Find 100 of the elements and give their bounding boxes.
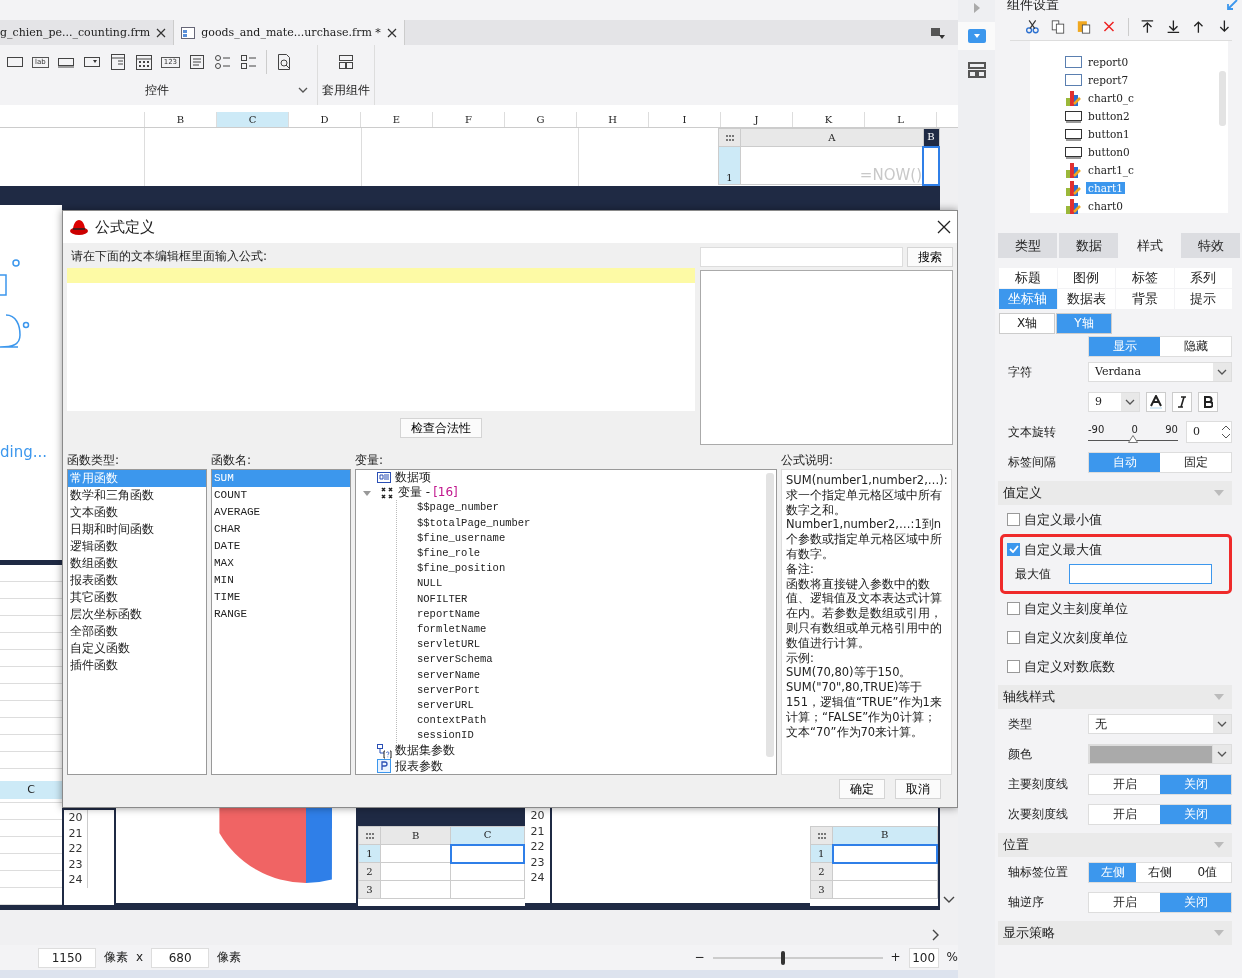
- style-tab[interactable]: 系列: [1174, 268, 1232, 288]
- checkbox[interactable]: [1007, 660, 1020, 673]
- move-top-icon[interactable]: [1139, 17, 1155, 36]
- checkbox[interactable]: [1007, 631, 1020, 644]
- tree-item[interactable]: 报表参数: [395, 758, 443, 774]
- toggle-option[interactable]: 开启: [1089, 804, 1160, 824]
- style-tab[interactable]: 标题: [999, 268, 1057, 288]
- checkbox-group-icon[interactable]: [240, 53, 259, 71]
- style-tab[interactable]: 提示: [1174, 289, 1232, 309]
- column-header[interactable]: H: [577, 112, 649, 127]
- bold-button[interactable]: [1198, 392, 1218, 412]
- list-item[interactable]: 数组函数: [68, 555, 206, 572]
- font-select[interactable]: Verdana: [1088, 362, 1232, 382]
- column-header[interactable]: E: [361, 112, 433, 127]
- tree-item[interactable]: $fine_role: [417, 546, 480, 562]
- tree-item[interactable]: formletName: [417, 621, 487, 637]
- component-item[interactable]: button2: [1086, 109, 1132, 123]
- settings-tab[interactable]: 数据: [1059, 233, 1118, 258]
- tree-item[interactable]: contextPath: [417, 713, 487, 729]
- component-item[interactable]: chart0_c: [1086, 91, 1136, 105]
- list-item[interactable]: 报表函数: [68, 572, 206, 589]
- list-item[interactable]: 数学和三角函数: [68, 487, 206, 504]
- list-item[interactable]: 文本函数: [68, 504, 206, 521]
- tree-scrollbar[interactable]: [766, 473, 774, 757]
- toggle-option[interactable]: 固定: [1160, 452, 1231, 472]
- axis-tab[interactable]: X轴: [999, 313, 1055, 334]
- scroll-down-icon[interactable]: [943, 896, 955, 904]
- radio-group-icon[interactable]: [214, 53, 233, 71]
- tree-item[interactable]: $fine_username: [417, 530, 506, 546]
- expand-arrow-icon[interactable]: [1226, 0, 1238, 11]
- form-grid-icon[interactable]: [108, 53, 127, 71]
- list-item[interactable]: MAX: [212, 555, 350, 572]
- layout-template-icon[interactable]: [337, 53, 355, 71]
- settings-tab[interactable]: 类型: [998, 233, 1057, 258]
- calendar-icon[interactable]: [134, 53, 153, 71]
- settings-tab[interactable]: 特效: [1181, 233, 1240, 258]
- checkbox[interactable]: [1007, 513, 1020, 526]
- tree-item[interactable]: serverPort: [417, 682, 480, 698]
- chevron-icon[interactable]: [297, 85, 309, 95]
- list-item[interactable]: 日期和时间函数: [68, 521, 206, 538]
- scroll-right-icon[interactable]: [932, 929, 940, 941]
- search-button[interactable]: 搜索: [907, 247, 953, 267]
- tree-item[interactable]: $$page_number: [417, 500, 499, 516]
- list-item[interactable]: 其它函数: [68, 589, 206, 606]
- tree-item[interactable]: NOFILTER: [417, 591, 468, 607]
- column-header[interactable]: I: [649, 112, 721, 127]
- zoom-in-button[interactable]: +: [890, 950, 901, 965]
- toggle-option[interactable]: 0值: [1183, 862, 1231, 882]
- list-item[interactable]: 自定义函数: [68, 640, 206, 657]
- list-item[interactable]: RANGE: [212, 606, 350, 623]
- max-value-field[interactable]: [1069, 564, 1212, 584]
- style-tab[interactable]: 标签: [1116, 268, 1174, 288]
- zoom-thumb[interactable]: [780, 950, 785, 965]
- column-header[interactable]: F: [433, 112, 505, 127]
- panel-menu-icon[interactable]: [930, 26, 946, 40]
- list-item[interactable]: DATE: [212, 538, 350, 555]
- slider-thumb-icon[interactable]: [1128, 434, 1138, 443]
- close-icon[interactable]: [937, 220, 951, 234]
- copy-icon[interactable]: [1050, 17, 1066, 36]
- list-item[interactable]: 插件函数: [68, 657, 206, 674]
- toggle-option[interactable]: 隐藏: [1160, 337, 1231, 356]
- file-tab[interactable]: goods_and_mate...urchase.frm *: [174, 20, 405, 45]
- column-header[interactable]: G: [505, 112, 577, 127]
- search-field[interactable]: [700, 247, 903, 267]
- tree-item[interactable]: serverName: [417, 667, 480, 683]
- list-item[interactable]: 逻辑函数: [68, 538, 206, 555]
- column-header[interactable]: D: [289, 112, 361, 127]
- type-select[interactable]: 无: [1088, 714, 1232, 734]
- rotation-field[interactable]: 0: [1186, 421, 1232, 443]
- close-icon[interactable]: [155, 26, 168, 39]
- column-header[interactable]: J: [721, 112, 793, 127]
- italic-button[interactable]: [1172, 392, 1192, 412]
- close-icon[interactable]: [385, 26, 398, 39]
- zoom-out-button[interactable]: −: [694, 950, 705, 965]
- list-item[interactable]: AVERAGE: [212, 504, 350, 521]
- font-color-button[interactable]: [1146, 392, 1166, 412]
- list-item[interactable]: MIN: [212, 572, 350, 589]
- style-tab[interactable]: 图例: [1057, 268, 1115, 288]
- component-item[interactable]: report0: [1086, 55, 1131, 69]
- tree-scrollbar[interactable]: [1219, 71, 1226, 126]
- style-tab[interactable]: 数据表: [1057, 289, 1115, 309]
- component-item[interactable]: report7: [1086, 73, 1131, 87]
- list-item[interactable]: COUNT: [212, 487, 350, 504]
- component-item[interactable]: button0: [1086, 145, 1132, 159]
- zoom-field[interactable]: 100: [908, 947, 939, 968]
- tree-item[interactable]: 变量 -: [398, 485, 431, 501]
- component-item[interactable]: button1: [1086, 127, 1132, 141]
- list-item[interactable]: CHAR: [212, 521, 350, 538]
- check-button[interactable]: 检查合法性: [400, 418, 482, 438]
- dropdown-widget-tab[interactable]: [958, 22, 995, 50]
- height-field[interactable]: 680: [151, 947, 210, 968]
- tree-item[interactable]: $$totalPage_number: [417, 515, 531, 531]
- tree-item[interactable]: serverSchema: [417, 652, 493, 668]
- cut-icon[interactable]: [1025, 17, 1040, 36]
- tree-item[interactable]: reportName: [417, 606, 480, 622]
- toggle-option[interactable]: 右侧: [1136, 862, 1184, 882]
- list-item[interactable]: 全部函数: [68, 623, 206, 640]
- font-size-select[interactable]: 9: [1088, 392, 1140, 412]
- list-item[interactable]: 层次坐标函数: [68, 606, 206, 623]
- tree-item[interactable]: 数据项: [395, 470, 431, 486]
